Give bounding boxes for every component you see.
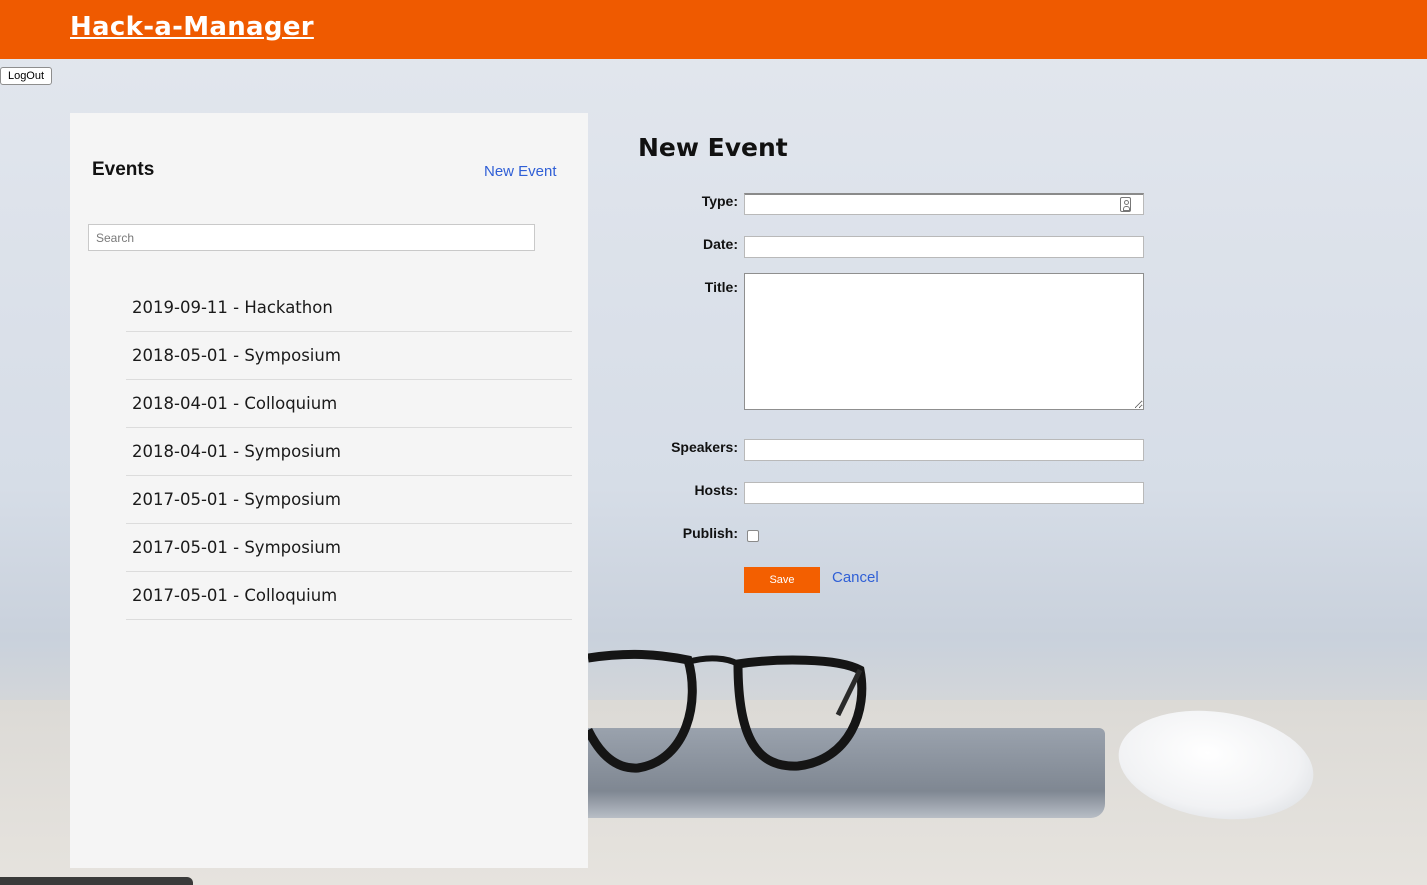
event-list: 2019-09-11 - Hackathon 2018-05-01 - Symp… bbox=[126, 284, 572, 620]
event-list-item[interactable]: 2018-05-01 - Symposium bbox=[126, 332, 572, 380]
cancel-link[interactable]: Cancel bbox=[832, 569, 879, 586]
event-list-item[interactable]: 2019-09-11 - Hackathon bbox=[126, 284, 572, 332]
new-event-link[interactable]: New Event bbox=[484, 163, 557, 180]
hosts-label: Hosts: bbox=[694, 482, 738, 498]
title-textarea[interactable] bbox=[744, 273, 1144, 410]
type-label: Type: bbox=[701, 193, 738, 209]
brand-logo-link[interactable]: Hack-a-Manager bbox=[70, 12, 314, 42]
event-list-item[interactable]: 2017-05-01 - Symposium bbox=[126, 476, 572, 524]
events-sidebar: Events New Event 2019-09-11 - Hackathon … bbox=[70, 113, 588, 868]
speakers-field[interactable] bbox=[744, 439, 1144, 461]
type-field[interactable] bbox=[744, 193, 1144, 215]
publish-checkbox[interactable] bbox=[747, 530, 759, 542]
event-list-item[interactable]: 2017-05-01 - Symposium bbox=[126, 524, 572, 572]
contact-card-icon[interactable] bbox=[1120, 197, 1131, 212]
top-header: Hack-a-Manager bbox=[0, 0, 1427, 59]
event-list-item[interactable]: 2017-05-01 - Colloquium bbox=[126, 572, 572, 620]
speakers-label: Speakers: bbox=[671, 439, 738, 455]
save-button[interactable]: Save bbox=[744, 567, 820, 593]
event-list-item[interactable]: 2018-04-01 - Colloquium bbox=[126, 380, 572, 428]
date-field[interactable] bbox=[744, 236, 1144, 258]
background-glasses bbox=[588, 649, 867, 773]
sidebar-title: Events bbox=[92, 159, 155, 180]
logout-button[interactable]: LogOut bbox=[0, 67, 52, 85]
publish-label: Publish: bbox=[682, 525, 738, 541]
date-label: Date: bbox=[702, 236, 738, 252]
event-list-item[interactable]: 2018-04-01 - Symposium bbox=[126, 428, 572, 476]
search-input[interactable] bbox=[88, 224, 535, 251]
hosts-field[interactable] bbox=[744, 482, 1144, 504]
title-label: Title: bbox=[704, 279, 738, 295]
form-title: New Event bbox=[638, 133, 788, 162]
browser-status-strip bbox=[0, 877, 193, 885]
